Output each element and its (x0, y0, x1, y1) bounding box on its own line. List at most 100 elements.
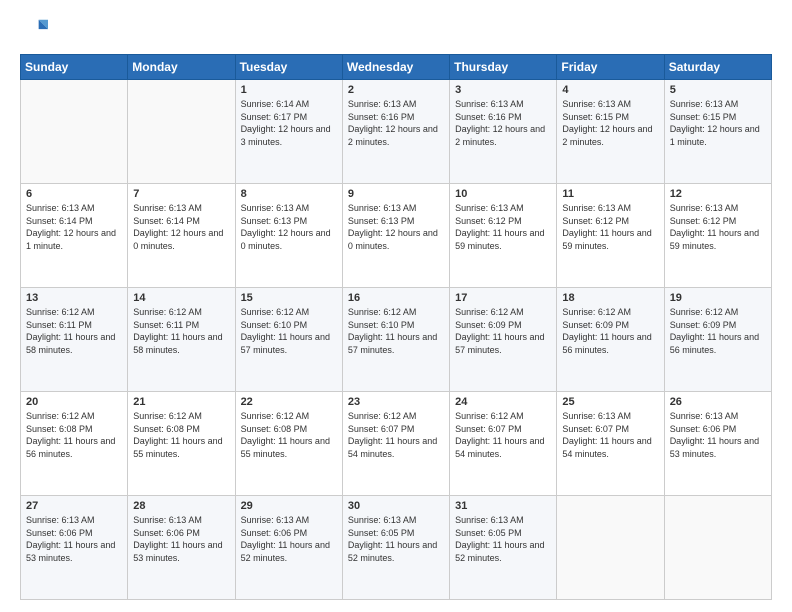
calendar-cell: 15 Sunrise: 6:12 AM Sunset: 6:10 PM Dayli… (235, 288, 342, 392)
calendar-cell: 10 Sunrise: 6:13 AM Sunset: 6:12 PM Dayli… (450, 184, 557, 288)
cell-content: Sunrise: 6:12 AM Sunset: 6:11 PM Dayligh… (26, 306, 122, 356)
weekday-header-thursday: Thursday (450, 55, 557, 80)
calendar-week-4: 20 Sunrise: 6:12 AM Sunset: 6:08 PM Dayli… (21, 392, 772, 496)
cell-content: Sunrise: 6:12 AM Sunset: 6:09 PM Dayligh… (562, 306, 658, 356)
calendar-cell: 3Sunrise: 6:13 AM Sunset: 6:16 PM Daylig… (450, 80, 557, 184)
cell-content: Sunrise: 6:12 AM Sunset: 6:08 PM Dayligh… (133, 410, 229, 460)
calendar-cell: 24 Sunrise: 6:12 AM Sunset: 6:07 PM Dayli… (450, 392, 557, 496)
day-number: 15 (241, 292, 337, 304)
day-number: 28 (133, 500, 229, 512)
weekday-header-monday: Monday (128, 55, 235, 80)
cell-content: Sunrise: 6:12 AM Sunset: 6:07 PM Dayligh… (455, 410, 551, 460)
cell-content: Sunrise: 6:13 AM Sunset: 6:15 PM Dayligh… (562, 98, 658, 148)
weekday-header-friday: Friday (557, 55, 664, 80)
day-number: 25 (562, 396, 658, 408)
day-number: 24 (455, 396, 551, 408)
cell-content: Sunrise: 6:12 AM Sunset: 6:08 PM Dayligh… (241, 410, 337, 460)
weekday-header-row: SundayMondayTuesdayWednesdayThursdayFrid… (21, 55, 772, 80)
calendar-cell: 11Sunrise: 6:13 AM Sunset: 6:12 PM Dayli… (557, 184, 664, 288)
cell-content: Sunrise: 6:12 AM Sunset: 6:11 PM Dayligh… (133, 306, 229, 356)
calendar-week-3: 13 Sunrise: 6:12 AM Sunset: 6:11 PM Dayli… (21, 288, 772, 392)
calendar-cell: 21 Sunrise: 6:12 AM Sunset: 6:08 PM Dayli… (128, 392, 235, 496)
calendar-cell: 8Sunrise: 6:13 AM Sunset: 6:13 PM Daylig… (235, 184, 342, 288)
calendar-cell (557, 496, 664, 600)
calendar-table: SundayMondayTuesdayWednesdayThursdayFrid… (20, 54, 772, 600)
calendar-cell: 5 Sunrise: 6:13 AM Sunset: 6:15 PM Daylig… (664, 80, 771, 184)
page: SundayMondayTuesdayWednesdayThursdayFrid… (0, 0, 792, 612)
cell-content: Sunrise: 6:13 AM Sunset: 6:16 PM Dayligh… (348, 98, 444, 148)
calendar-cell: 26 Sunrise: 6:13 AM Sunset: 6:06 PM Dayli… (664, 392, 771, 496)
day-number: 6 (26, 188, 122, 200)
calendar-cell: 14 Sunrise: 6:12 AM Sunset: 6:11 PM Dayli… (128, 288, 235, 392)
day-number: 13 (26, 292, 122, 304)
cell-content: Sunrise: 6:12 AM Sunset: 6:09 PM Dayligh… (670, 306, 766, 356)
cell-content: Sunrise: 6:13 AM Sunset: 6:06 PM Dayligh… (670, 410, 766, 460)
day-number: 27 (26, 500, 122, 512)
day-number: 5 (670, 84, 766, 96)
cell-content: Sunrise: 6:14 AM Sunset: 6:17 PM Dayligh… (241, 98, 337, 148)
day-number: 17 (455, 292, 551, 304)
day-number: 11 (562, 188, 658, 200)
calendar-cell (664, 496, 771, 600)
weekday-header-sunday: Sunday (21, 55, 128, 80)
day-number: 19 (670, 292, 766, 304)
day-number: 26 (670, 396, 766, 408)
day-number: 7 (133, 188, 229, 200)
calendar-cell: 29Sunrise: 6:13 AM Sunset: 6:06 PM Dayli… (235, 496, 342, 600)
calendar-cell: 23 Sunrise: 6:12 AM Sunset: 6:07 PM Dayli… (342, 392, 449, 496)
calendar-cell: 4 Sunrise: 6:13 AM Sunset: 6:15 PM Daylig… (557, 80, 664, 184)
day-number: 12 (670, 188, 766, 200)
cell-content: Sunrise: 6:13 AM Sunset: 6:05 PM Dayligh… (348, 514, 444, 564)
day-number: 10 (455, 188, 551, 200)
calendar-cell: 28 Sunrise: 6:13 AM Sunset: 6:06 PM Dayli… (128, 496, 235, 600)
cell-content: Sunrise: 6:13 AM Sunset: 6:15 PM Dayligh… (670, 98, 766, 148)
header (20, 16, 772, 44)
calendar-cell: 2 Sunrise: 6:13 AM Sunset: 6:16 PM Daylig… (342, 80, 449, 184)
cell-content: Sunrise: 6:12 AM Sunset: 6:10 PM Dayligh… (241, 306, 337, 356)
calendar-cell: 7 Sunrise: 6:13 AM Sunset: 6:14 PM Daylig… (128, 184, 235, 288)
cell-content: Sunrise: 6:13 AM Sunset: 6:06 PM Dayligh… (133, 514, 229, 564)
day-number: 2 (348, 84, 444, 96)
day-number: 8 (241, 188, 337, 200)
calendar-cell: 20Sunrise: 6:12 AM Sunset: 6:08 PM Dayli… (21, 392, 128, 496)
calendar-cell: 25 Sunrise: 6:13 AM Sunset: 6:07 PM Dayli… (557, 392, 664, 496)
day-number: 20 (26, 396, 122, 408)
weekday-header-wednesday: Wednesday (342, 55, 449, 80)
calendar-body: 1 Sunrise: 6:14 AM Sunset: 6:17 PM Daylig… (21, 80, 772, 600)
cell-content: Sunrise: 6:13 AM Sunset: 6:07 PM Dayligh… (562, 410, 658, 460)
day-number: 16 (348, 292, 444, 304)
logo-icon (20, 16, 48, 44)
calendar-cell: 19 Sunrise: 6:12 AM Sunset: 6:09 PM Dayli… (664, 288, 771, 392)
calendar-cell: 12Sunrise: 6:13 AM Sunset: 6:12 PM Dayli… (664, 184, 771, 288)
cell-content: Sunrise: 6:12 AM Sunset: 6:09 PM Dayligh… (455, 306, 551, 356)
calendar-cell: 6 Sunrise: 6:13 AM Sunset: 6:14 PM Daylig… (21, 184, 128, 288)
calendar-week-2: 6 Sunrise: 6:13 AM Sunset: 6:14 PM Daylig… (21, 184, 772, 288)
cell-content: Sunrise: 6:13 AM Sunset: 6:06 PM Dayligh… (241, 514, 337, 564)
cell-content: Sunrise: 6:12 AM Sunset: 6:10 PM Dayligh… (348, 306, 444, 356)
calendar-cell: 13 Sunrise: 6:12 AM Sunset: 6:11 PM Dayli… (21, 288, 128, 392)
calendar-cell: 27 Sunrise: 6:13 AM Sunset: 6:06 PM Dayli… (21, 496, 128, 600)
calendar-cell: 1 Sunrise: 6:14 AM Sunset: 6:17 PM Daylig… (235, 80, 342, 184)
day-number: 22 (241, 396, 337, 408)
day-number: 14 (133, 292, 229, 304)
calendar-cell: 16 Sunrise: 6:12 AM Sunset: 6:10 PM Dayli… (342, 288, 449, 392)
cell-content: Sunrise: 6:13 AM Sunset: 6:14 PM Dayligh… (26, 202, 122, 252)
cell-content: Sunrise: 6:13 AM Sunset: 6:14 PM Dayligh… (133, 202, 229, 252)
day-number: 18 (562, 292, 658, 304)
calendar-cell: 17 Sunrise: 6:12 AM Sunset: 6:09 PM Dayli… (450, 288, 557, 392)
cell-content: Sunrise: 6:13 AM Sunset: 6:06 PM Dayligh… (26, 514, 122, 564)
day-number: 31 (455, 500, 551, 512)
calendar-cell: 9Sunrise: 6:13 AM Sunset: 6:13 PM Daylig… (342, 184, 449, 288)
day-number: 30 (348, 500, 444, 512)
cell-content: Sunrise: 6:12 AM Sunset: 6:07 PM Dayligh… (348, 410, 444, 460)
calendar-cell: 18 Sunrise: 6:12 AM Sunset: 6:09 PM Dayli… (557, 288, 664, 392)
calendar-cell (128, 80, 235, 184)
weekday-header-tuesday: Tuesday (235, 55, 342, 80)
day-number: 1 (241, 84, 337, 96)
cell-content: Sunrise: 6:13 AM Sunset: 6:12 PM Dayligh… (455, 202, 551, 252)
day-number: 21 (133, 396, 229, 408)
cell-content: Sunrise: 6:13 AM Sunset: 6:16 PM Dayligh… (455, 98, 551, 148)
day-number: 4 (562, 84, 658, 96)
weekday-header-saturday: Saturday (664, 55, 771, 80)
day-number: 23 (348, 396, 444, 408)
